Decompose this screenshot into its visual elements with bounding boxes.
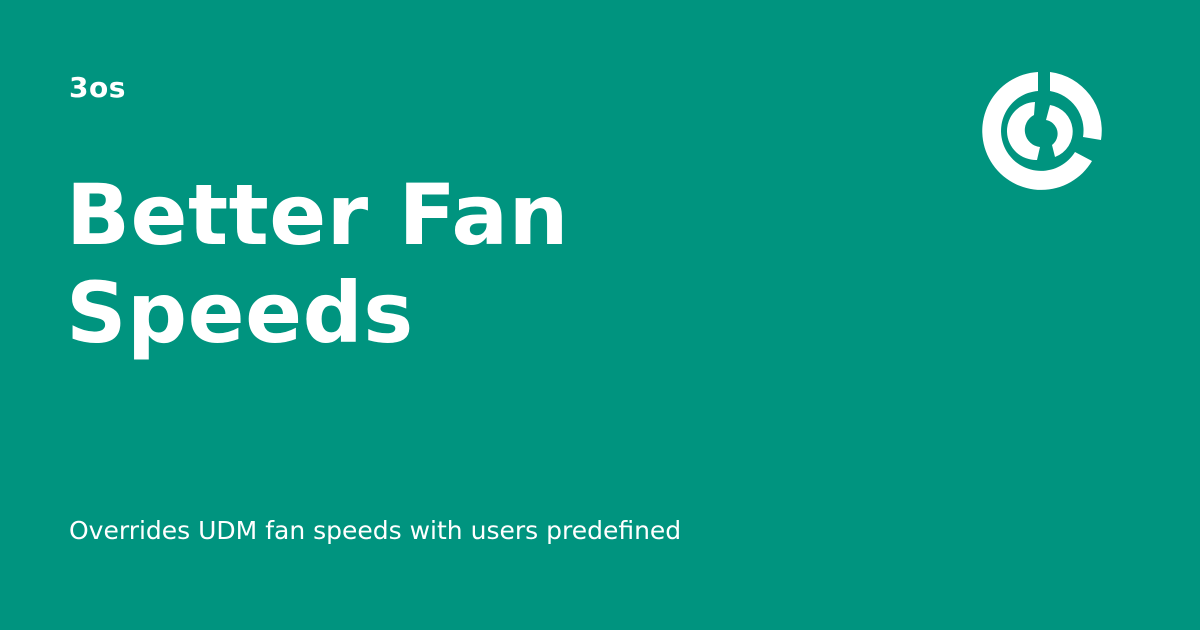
- 3os-logo-icon: [982, 72, 1102, 190]
- logo-inner-piece: [1046, 105, 1073, 157]
- owner-name: 3os: [69, 71, 126, 104]
- page-title: Better Fan Speeds: [66, 166, 569, 362]
- social-card: 3os Better Fan Speeds Overrides UDM fan …: [0, 0, 1200, 630]
- page-description: Overrides UDM fan speeds with users pred…: [69, 516, 682, 545]
- logo-inner-crescent: [1006, 102, 1040, 161]
